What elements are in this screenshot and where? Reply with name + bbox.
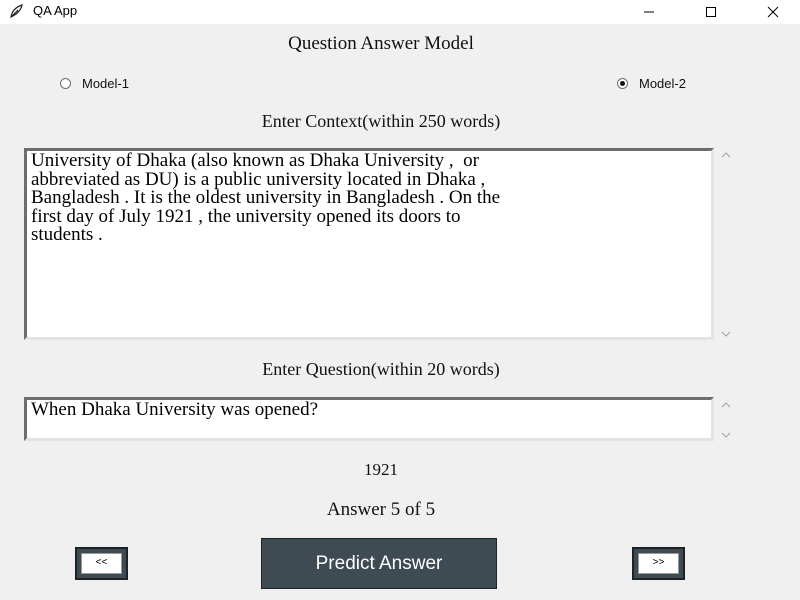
window-title: QA App <box>33 3 78 18</box>
title-bar: QA App <box>0 0 800 24</box>
answer-counter: Answer 5 of 5 <box>326 499 436 520</box>
model-2-label: Model-2 <box>639 75 686 91</box>
next-answer-label: >> <box>638 553 679 574</box>
question-scroll-down-icon[interactable] <box>719 430 733 440</box>
question-scroll-up-icon[interactable] <box>719 400 733 410</box>
context-scroll-up-icon[interactable] <box>719 150 733 160</box>
radio-checked-icon <box>617 77 628 89</box>
minimize-button[interactable] <box>626 0 672 24</box>
page-title: Question Answer Model <box>288 33 474 54</box>
question-label: Enter Question(within 20 words) <box>262 359 500 379</box>
close-button[interactable] <box>750 0 796 24</box>
close-icon <box>767 6 779 18</box>
previous-answer-button[interactable]: << <box>75 547 128 580</box>
maximize-button[interactable] <box>688 0 734 24</box>
feather-icon <box>8 3 24 19</box>
model-1-label: Model-1 <box>82 75 129 91</box>
maximize-icon <box>705 6 717 18</box>
next-answer-button[interactable]: >> <box>632 547 685 580</box>
radio-unchecked-icon <box>60 77 71 89</box>
question-input[interactable]: When Dhaka University was opened? <box>24 397 714 441</box>
context-textarea[interactable]: University of Dhaka (also known as Dhaka… <box>24 148 714 340</box>
model-1-radio[interactable]: Model-1 <box>60 75 129 91</box>
answer-text: 1921 <box>364 460 398 479</box>
predict-answer-button[interactable]: Predict Answer <box>261 538 497 589</box>
context-scroll-down-icon[interactable] <box>719 329 733 339</box>
context-label: Enter Context(within 250 words) <box>261 111 501 131</box>
model-2-radio[interactable]: Model-2 <box>617 75 686 91</box>
minimize-icon <box>643 6 655 18</box>
previous-answer-label: << <box>81 553 122 574</box>
qa-app-window: QA App Question Answer Model Model-1 Mod… <box>0 0 800 600</box>
